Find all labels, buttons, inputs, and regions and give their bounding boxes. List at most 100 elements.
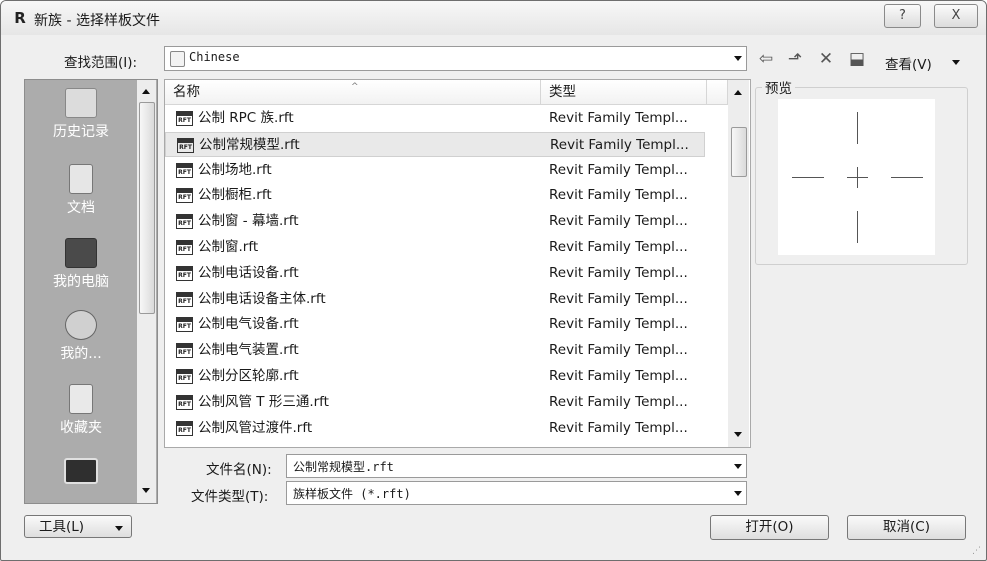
file-name: 公制电气设备.rft — [198, 316, 299, 333]
resize-grip-icon[interactable]: ⋰ — [972, 546, 982, 556]
filetype-value: 族样板文件 (*.rft) — [293, 487, 411, 501]
preview-label: 预览 — [762, 77, 795, 97]
file-list-scroll-thumb[interactable] — [731, 127, 747, 177]
rft-file-icon-text: RFT — [178, 400, 191, 408]
place-computer[interactable]: 我的电脑 — [25, 238, 137, 291]
file-row[interactable]: RFT 公制常规模型.rft Revit Family Templ... — [165, 131, 705, 157]
file-row[interactable]: RFT 公制场地.rft Revit Family Templ... — [165, 158, 705, 183]
file-row[interactable]: RFT 公制电气装置.rft Revit Family Templ... — [165, 338, 705, 363]
close-button[interactable]: X — [934, 4, 978, 28]
folder-icon — [170, 51, 185, 67]
chevron-down-icon[interactable] — [734, 56, 742, 61]
place-history[interactable]: 历史记录 — [25, 88, 137, 141]
place-favorites[interactable]: 收藏夹 — [25, 384, 137, 437]
rft-file-icon-text: RFT — [178, 246, 191, 253]
file-list: 名称 ^ 类型 RFT 公制 RPC 族.rft Revit Family Temp… — [164, 79, 751, 448]
chevron-down-icon[interactable] — [734, 464, 742, 469]
rft-file-icon-text: RFT — [179, 143, 192, 151]
scroll-down-icon[interactable] — [142, 488, 150, 493]
rft-file-icon: RFT — [176, 317, 193, 333]
file-row[interactable]: RFT 公制 RPC 族.rft Revit Family Templ... — [165, 106, 705, 131]
file-row[interactable]: RFT 公制分区轮廓.rft Revit Family Templ... — [165, 364, 705, 389]
view-menu[interactable]: 查看(V) — [885, 53, 932, 73]
rft-file-icon: RFT — [176, 265, 193, 281]
place-documents-label: 文档 — [67, 200, 95, 216]
revit-app-icon: R — [14, 9, 26, 27]
rft-file-icon: RFT — [176, 240, 193, 255]
file-name: 公制电气装置.rft — [198, 342, 299, 359]
place-network[interactable]: 我的... — [25, 310, 137, 363]
rft-file-icon: RFT — [176, 369, 193, 384]
preview-line-right — [891, 177, 923, 178]
file-row[interactable]: RFT 公制电气设备.rft Revit Family Templ... — [165, 312, 705, 337]
places-scrollbar[interactable] — [137, 80, 156, 503]
window-title: 新族 - 选择样板文件 — [34, 13, 160, 29]
file-type: Revit Family Templ... — [549, 110, 688, 126]
help-button[interactable]: ? — [884, 4, 921, 28]
file-type: Revit Family Templ... — [550, 136, 689, 153]
filename-input[interactable]: 公制常规模型.rft — [286, 454, 747, 478]
favorites-icon — [69, 384, 93, 414]
file-row[interactable]: RFT 公制风管 T 形三通.rft Revit Family Templ... — [165, 390, 705, 415]
rft-file-icon: RFT — [176, 162, 193, 178]
place-favorites-label: 收藏夹 — [60, 420, 102, 436]
file-name: 公制风管过渡件.rft — [198, 419, 313, 436]
up-folder-icon[interactable]: ⬏ — [784, 49, 806, 69]
file-name: 公制 RPC 族.rft — [198, 110, 294, 126]
back-icon[interactable]: ⇦ — [755, 49, 777, 69]
chevron-down-icon[interactable] — [734, 491, 742, 496]
history-icon — [65, 88, 97, 118]
dialog-window: R 新族 - 选择样板文件 ? X 查找范围(I): Chinese ⇦ ⬏ ✕… — [0, 0, 987, 561]
preview-line-top — [857, 112, 858, 144]
file-row[interactable]: RFT 公制窗 - 幕墙.rft Revit Family Templ... — [165, 209, 705, 234]
places-scroll-thumb[interactable] — [139, 102, 155, 314]
sort-ascending-icon: ^ — [351, 82, 359, 92]
open-button[interactable]: 打开(O) — [710, 515, 829, 540]
network-icon — [65, 310, 97, 340]
file-row[interactable]: RFT 公制电话设备主体.rft Revit Family Templ... — [165, 287, 705, 312]
file-name: 公制橱柜.rft — [198, 187, 272, 204]
rft-file-icon-text: RFT — [178, 375, 191, 382]
place-desktop[interactable] — [25, 458, 137, 487]
cancel-button[interactable]: 取消(C) — [847, 515, 966, 540]
scroll-up-icon[interactable] — [734, 90, 742, 95]
file-type: Revit Family Templ... — [549, 393, 688, 410]
file-type: Revit Family Templ... — [549, 290, 688, 307]
file-row[interactable]: RFT 公制橱柜.rft Revit Family Templ... — [165, 183, 705, 208]
place-documents[interactable]: 文档 — [25, 164, 137, 217]
desktop-icon — [64, 458, 98, 484]
file-list-scrollbar[interactable] — [728, 80, 749, 447]
filetype-select[interactable]: 族样板文件 (*.rft) — [286, 481, 747, 505]
scroll-down-icon[interactable] — [734, 432, 742, 437]
scroll-up-icon[interactable] — [142, 89, 150, 94]
places-bar: 历史记录 文档 我的电脑 我的... 收藏夹 — [24, 79, 158, 504]
rft-file-icon: RFT — [176, 111, 193, 126]
preview-crosshair-v — [857, 167, 858, 188]
place-network-label: 我的... — [60, 346, 102, 362]
file-name: 公制电话设备.rft — [198, 264, 299, 281]
file-type: Revit Family Templ... — [549, 187, 688, 204]
chevron-down-icon — [115, 526, 123, 531]
rft-file-icon-text: RFT — [178, 220, 191, 228]
tools-button[interactable]: 工具(L) — [24, 515, 132, 538]
view-dropdown-icon[interactable] — [952, 60, 960, 65]
filename-label: 文件名(N): — [206, 462, 272, 478]
file-row[interactable]: RFT 公制风管过渡件.rft Revit Family Templ... — [165, 416, 705, 441]
file-name: 公制常规模型.rft — [199, 136, 300, 153]
delete-icon[interactable]: ✕ — [815, 49, 837, 69]
lookin-combo[interactable]: Chinese — [164, 46, 747, 71]
file-row[interactable]: RFT 公制窗.rft Revit Family Templ... — [165, 235, 705, 260]
title-bar: R 新族 - 选择样板文件 ? X — [1, 1, 986, 35]
rft-file-icon-text: RFT — [178, 323, 191, 331]
rft-file-icon-text: RFT — [178, 297, 191, 305]
rft-file-icon-text: RFT — [178, 349, 191, 357]
new-folder-icon[interactable]: ⬓ — [846, 49, 868, 69]
rft-file-icon-text: RFT — [178, 117, 191, 124]
computer-icon — [65, 238, 97, 268]
rft-file-icon: RFT — [176, 343, 193, 359]
tools-button-label: 工具(L) — [39, 519, 85, 535]
column-header-type[interactable]: 类型 — [541, 80, 707, 105]
file-type: Revit Family Templ... — [549, 368, 688, 384]
file-row[interactable]: RFT 公制电话设备.rft Revit Family Templ... — [165, 261, 705, 286]
rft-file-icon: RFT — [177, 137, 194, 153]
